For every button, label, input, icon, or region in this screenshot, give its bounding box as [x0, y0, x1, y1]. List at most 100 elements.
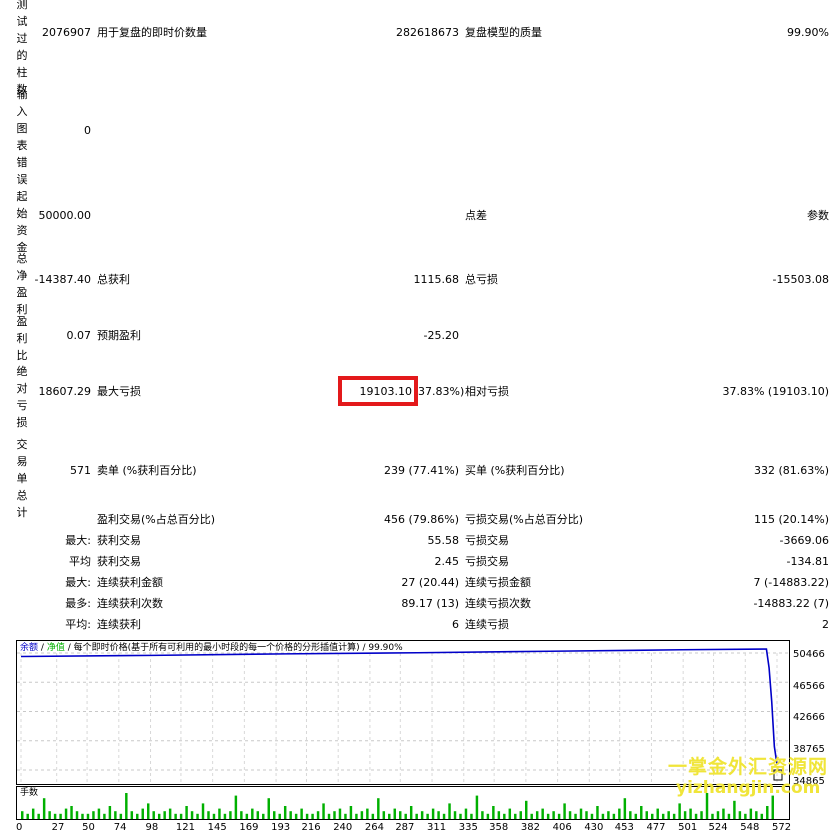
initial-deposit-value: 50000.00 [38, 209, 92, 222]
legend-separator: / [40, 643, 44, 653]
volume-bar [355, 813, 358, 819]
volume-bar [623, 798, 627, 819]
volume-bar [700, 811, 703, 819]
volume-bar [535, 811, 539, 819]
volume-bar [218, 808, 221, 819]
input-errors-value: 0 [84, 124, 91, 137]
volume-bar [733, 800, 736, 819]
volume-bar [448, 803, 451, 819]
volume-bar [470, 813, 473, 819]
average-loss-trade-value: -134.81 [786, 555, 829, 568]
short-positions-label: 卖单 (%获利百分比) [97, 464, 197, 477]
max-consec-wins-count-label: 连续获利次数 [97, 597, 163, 610]
volume-bar [442, 813, 446, 819]
volume-bar [716, 811, 720, 819]
x-tick-0: 0 [16, 822, 23, 833]
x-tick-13: 311 [427, 822, 447, 833]
profit-factor-value: 0.07 [66, 329, 92, 342]
volume-bar [207, 811, 210, 819]
volume-bar [267, 798, 270, 819]
gross-loss-label: 总亏损 [465, 273, 498, 286]
expected-payoff-label: 预期盈利 [97, 329, 141, 342]
side-label-profit-factor: 盈利比 [16, 315, 28, 362]
volume-bar [629, 811, 632, 819]
x-tick-21: 501 [678, 822, 698, 833]
volume-bar [305, 813, 309, 819]
x-tick-17: 406 [552, 822, 572, 833]
volume-bar [136, 813, 139, 819]
ticks-modelled-label: 用于复盘的即时价数量 [97, 26, 207, 39]
volume-bar [37, 813, 40, 819]
profit-trades-value: 456 (79.86%) [383, 513, 459, 526]
volume-bar [563, 803, 566, 819]
volume-bar [744, 813, 747, 819]
volume-bar [97, 808, 101, 819]
average-prefix: 平均 [69, 555, 91, 568]
avg-consec-losses-value: 2 [822, 618, 829, 631]
side-label-total-trades: 交易单总计 [16, 438, 28, 519]
volume-bar [525, 800, 528, 819]
side-label-absolute-drawdown: 绝对亏损 [16, 365, 28, 429]
legend-balance: 余额 [20, 643, 39, 653]
expected-payoff-value: -25.20 [423, 329, 459, 342]
gross-loss-value: -15503.08 [772, 273, 829, 286]
volume-bar [388, 813, 391, 819]
x-tick-10: 240 [333, 822, 353, 833]
avg-consec-prefix: 平均: [65, 618, 91, 631]
max-consec-wins-count-value: 89.17 (13) [401, 597, 459, 610]
side-label-initial-deposit: 起始资金 [16, 190, 28, 254]
maximal-drawdown-label: 最大亏损 [97, 385, 141, 398]
volume-bar [147, 803, 150, 819]
volume-bar [245, 813, 249, 819]
volume-bar [81, 813, 84, 819]
volume-bar [377, 798, 380, 819]
volume-bar [185, 806, 188, 819]
volume-bar [360, 811, 364, 819]
volume-bar [130, 811, 134, 819]
volume-bar [26, 813, 29, 819]
profit-trades-label: 盈利交易(%占总百分比) [97, 513, 216, 526]
max-consec-wins-money-value: 27 (20.44) [401, 576, 459, 589]
total-trades-value: 571 [70, 464, 91, 477]
x-tick-24: 572 [772, 822, 792, 833]
volume-bar [283, 806, 287, 819]
max-consec-wins-money-label: 连续获利金额 [97, 576, 163, 589]
volume-bar [174, 813, 177, 819]
volume-bar [437, 811, 440, 819]
x-tick-6: 145 [207, 822, 227, 833]
volume-bar [59, 813, 62, 819]
volume-bar [21, 811, 24, 819]
volume-bar [53, 813, 57, 819]
max-consec-losses-count-label: 连续亏损次数 [465, 597, 531, 610]
volume-bar [240, 811, 243, 819]
volume-bar [273, 811, 276, 819]
loss-trades-value: 115 (20.14%) [753, 513, 829, 526]
volume-bar [251, 808, 254, 819]
volume-bar [322, 803, 325, 819]
volume-bar [157, 813, 161, 819]
volume-bar [190, 811, 194, 819]
volume-bar [766, 806, 769, 819]
volume-bar [311, 813, 314, 819]
volume-bar [503, 813, 506, 819]
largest-loss-trade-value: -3669.06 [779, 534, 829, 547]
volume-bar [607, 811, 610, 819]
volume-bar [344, 813, 347, 819]
volume-bar [618, 808, 621, 819]
x-tick-16: 382 [520, 822, 540, 833]
volume-bar [656, 808, 659, 819]
largest-profit-trade-label: 获利交易 [97, 534, 141, 547]
x-tick-23: 548 [740, 822, 760, 833]
watermark-title: 一掌金外汇资源网 [668, 756, 829, 778]
volume-bar [711, 813, 714, 819]
volume-bar [70, 806, 73, 819]
series-line-0 [20, 648, 778, 765]
volume-bar [108, 806, 112, 819]
modelling-quality-value: 99.90% [787, 26, 829, 39]
volume-bar [212, 813, 216, 819]
volume-bar [125, 793, 128, 819]
volume-bar [31, 808, 35, 819]
volume-bar [196, 813, 199, 819]
side-label-bars-tested: 测试过的柱数 [16, 0, 28, 96]
x-tick-20: 477 [646, 822, 666, 833]
